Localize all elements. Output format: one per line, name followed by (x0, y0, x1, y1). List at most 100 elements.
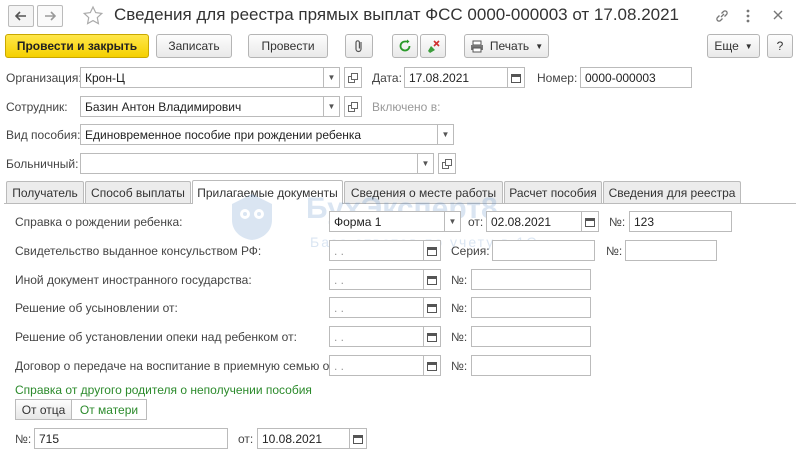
consulate-number-field[interactable] (625, 240, 717, 261)
chevron-down-icon: ▼ (327, 73, 336, 82)
consulate-date-calendar-button[interactable] (424, 240, 441, 261)
employee-dropdown-button[interactable]: ▼ (324, 96, 340, 117)
other-parent-heading: Справка от другого родителя о неполучени… (15, 383, 312, 397)
from-mother-button[interactable]: От матери (72, 399, 147, 420)
sick-leave-label: Больничный: (6, 157, 79, 171)
unpost-button[interactable] (420, 34, 446, 58)
benefit-type-dropdown-button[interactable]: ▼ (438, 124, 454, 145)
chevron-down-icon: ▼ (448, 217, 457, 226)
number-field[interactable]: 0000-000003 (580, 67, 692, 88)
more-button[interactable] (745, 8, 751, 27)
chevron-down-icon: ▼ (441, 130, 450, 139)
foreign-number-label: №: (451, 273, 468, 287)
more-actions-button[interactable]: Еще ▼ (707, 34, 760, 58)
close-icon (773, 10, 783, 20)
certificate-date-field[interactable]: 10.08.2021 (257, 428, 350, 449)
organization-dropdown-button[interactable]: ▼ (324, 67, 340, 88)
tab-payment-method[interactable]: Способ выплаты (85, 181, 191, 203)
foster-date-calendar-button[interactable] (424, 355, 441, 376)
favorite-button[interactable] (82, 5, 104, 30)
date-label: Дата: (372, 71, 402, 85)
number-label: Номер: (537, 71, 578, 85)
adoption-decision-label: Решение об усыновлении от: (15, 301, 178, 315)
window-title: Сведения для реестра прямых выплат ФСС 0… (114, 5, 680, 24)
paperclip-icon (355, 40, 362, 53)
open-icon (348, 72, 358, 83)
consulate-series-field[interactable] (492, 240, 595, 261)
guardianship-date-field[interactable]: . . (329, 326, 424, 347)
adoption-number-label: №: (451, 301, 468, 315)
organization-open-button[interactable] (344, 67, 362, 88)
birth-certificate-form-field[interactable]: Форма 1 (329, 211, 445, 232)
chevron-down-icon: ▼ (421, 159, 430, 168)
post-and-close-button[interactable]: Провести и закрыть (5, 34, 149, 58)
title-bar: Сведения для реестра прямых выплат ФСС 0… (0, 0, 800, 32)
foster-number-field[interactable] (471, 355, 591, 376)
certificate-number-label: №: (15, 432, 32, 446)
employee-open-button[interactable] (344, 96, 362, 117)
arrow-right-icon (45, 11, 56, 21)
consulate-certificate-label: Свидетельство выданное консульством РФ: (15, 244, 262, 258)
calendar-icon (353, 434, 363, 444)
foster-contract-label: Договор о передаче на воспитание в прием… (15, 359, 338, 373)
arrow-left-icon (15, 11, 26, 21)
benefit-type-field[interactable]: Единовременное пособие при рождении ребе… (80, 124, 438, 145)
sick-leave-open-button[interactable] (438, 153, 456, 174)
employee-label: Сотрудник: (6, 100, 68, 114)
birth-date-field[interactable]: 02.08.2021 (486, 211, 582, 232)
owl-logo-icon (232, 194, 272, 240)
tab-registry-info[interactable]: Сведения для реестра (603, 181, 741, 203)
refresh-button[interactable] (392, 34, 418, 58)
foster-date-field[interactable]: . . (329, 355, 424, 376)
help-button[interactable]: ? (767, 34, 793, 58)
certificate-number-field[interactable]: 715 (34, 428, 228, 449)
adoption-date-field[interactable]: . . (329, 297, 424, 318)
print-label: Печать (489, 39, 530, 53)
refresh-icon (399, 39, 411, 52)
calendar-icon (511, 73, 521, 83)
birth-certificate-label: Справка о рождении ребенка: (15, 215, 183, 229)
print-button[interactable]: Печать ▼ (464, 34, 549, 58)
birth-certificate-form-dropdown[interactable]: ▼ (445, 211, 461, 232)
sick-leave-dropdown-button[interactable]: ▼ (418, 153, 434, 174)
kebab-icon (746, 9, 750, 23)
foreign-number-field[interactable] (471, 269, 591, 290)
guardianship-date-calendar-button[interactable] (424, 326, 441, 347)
birth-number-label: №: (609, 215, 626, 229)
adoption-date-calendar-button[interactable] (424, 297, 441, 318)
birth-date-calendar-button[interactable] (582, 211, 599, 232)
close-button[interactable] (772, 9, 784, 24)
guardianship-decision-label: Решение об установлении опеки над ребенк… (15, 330, 297, 344)
sick-leave-field[interactable] (80, 153, 418, 174)
organization-field[interactable]: Крон-Ц (80, 67, 324, 88)
link-button[interactable] (714, 8, 730, 27)
foreign-date-field[interactable]: . . (329, 269, 424, 290)
calendar-icon (427, 275, 437, 285)
chevron-down-icon: ▼ (535, 41, 544, 51)
foster-number-label: №: (451, 359, 468, 373)
employee-field[interactable]: Базин Антон Владимирович (80, 96, 324, 117)
consulate-number-label: №: (606, 244, 623, 258)
post-button[interactable]: Провести (248, 34, 328, 58)
certificate-date-calendar-button[interactable] (350, 428, 367, 449)
back-button[interactable] (8, 5, 34, 27)
date-field[interactable]: 17.08.2021 (404, 67, 508, 88)
forward-button[interactable] (37, 5, 63, 27)
open-icon (442, 158, 452, 169)
consulate-date-field[interactable]: . . (329, 240, 424, 261)
date-calendar-button[interactable] (508, 67, 525, 88)
calendar-icon (427, 303, 437, 313)
from-father-button[interactable]: От отца (15, 399, 72, 420)
foreign-date-calendar-button[interactable] (424, 269, 441, 290)
attach-button[interactable] (345, 34, 373, 58)
adoption-number-field[interactable] (471, 297, 591, 318)
birth-number-field[interactable]: 123 (629, 211, 732, 232)
tab-recipient[interactable]: Получатель (6, 181, 84, 203)
more-actions-label: Еще (714, 39, 739, 53)
unpost-icon (428, 40, 440, 53)
chevron-down-icon: ▼ (744, 41, 753, 51)
save-button[interactable]: Записать (156, 34, 232, 58)
guardianship-number-field[interactable] (471, 326, 591, 347)
calendar-icon (585, 217, 595, 227)
chevron-down-icon: ▼ (327, 102, 336, 111)
